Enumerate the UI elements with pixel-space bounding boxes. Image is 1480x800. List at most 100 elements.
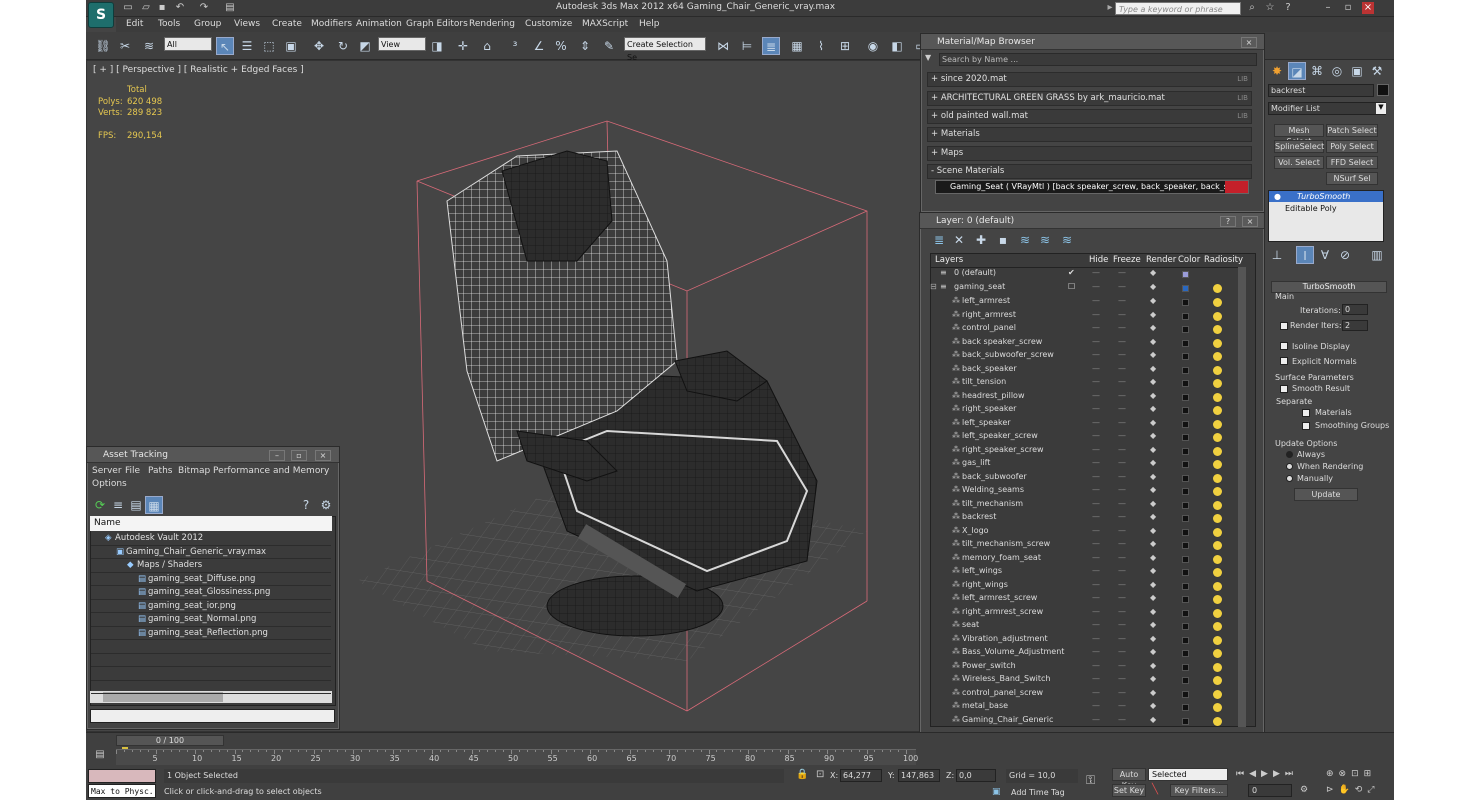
ffd-select-button[interactable]: FFD Select xyxy=(1326,156,1378,169)
freeze-toggle[interactable]: — xyxy=(1118,445,1126,454)
smooth-result-checkbox[interactable] xyxy=(1280,385,1288,393)
freeze-toggle[interactable]: — xyxy=(1118,580,1126,589)
schematic-view-icon[interactable]: ⊞ xyxy=(836,37,854,55)
asset-minimize-icon[interactable]: – xyxy=(269,450,285,461)
object-color-swatch[interactable] xyxy=(1182,704,1189,711)
edit-named-selection-icon[interactable]: ✎ xyxy=(600,37,618,55)
utilities-tab-icon[interactable]: ⚒ xyxy=(1368,62,1386,80)
hide-toggle[interactable]: — xyxy=(1092,350,1100,359)
radiosity-icon[interactable] xyxy=(1213,649,1222,658)
object-color-swatch[interactable] xyxy=(1182,677,1189,684)
scale-icon[interactable]: ◩ xyxy=(356,37,374,55)
render-icon[interactable]: ◆ xyxy=(1150,418,1156,427)
asset-row[interactable]: ▤ gaming_seat_Normal.png xyxy=(91,613,331,627)
object-color-swatch[interactable] xyxy=(1182,501,1189,509)
radiosity-icon[interactable] xyxy=(1213,662,1222,672)
isoline-checkbox[interactable] xyxy=(1280,342,1288,350)
object-color-swatch[interactable] xyxy=(1182,434,1189,441)
asset-menu-file[interactable]: File xyxy=(125,466,140,476)
freeze-toggle[interactable]: — xyxy=(1118,364,1126,373)
hide-toggle[interactable]: — xyxy=(1092,512,1100,521)
pivot-icon[interactable]: ◨ xyxy=(428,37,446,55)
freeze-toggle[interactable]: — xyxy=(1118,715,1126,724)
freeze-toggle[interactable]: — xyxy=(1118,337,1126,346)
bulb-icon[interactable]: ● xyxy=(1274,192,1281,201)
help-icon[interactable]: ? xyxy=(1282,2,1294,14)
radiosity-icon[interactable] xyxy=(1213,608,1222,618)
freeze-toggle[interactable]: — xyxy=(1118,593,1126,602)
key-icon[interactable]: ⚿ xyxy=(1086,773,1095,788)
col-color[interactable]: Color xyxy=(1178,255,1200,265)
object-color-swatch[interactable] xyxy=(1182,515,1189,522)
menu-edit[interactable]: Edit xyxy=(126,19,143,29)
vol-select-button[interactable]: Vol. Select xyxy=(1274,156,1324,169)
render-icon[interactable]: ◆ xyxy=(1150,634,1156,643)
app-logo[interactable]: S xyxy=(88,2,114,28)
hide-toggle[interactable]: — xyxy=(1092,485,1100,494)
layer-object-row[interactable]: ⁂ metal_base — — ◆ xyxy=(928,701,1235,715)
radiosity-icon[interactable] xyxy=(1213,406,1222,415)
hide-toggle[interactable]: — xyxy=(1092,647,1100,656)
radiosity-icon[interactable] xyxy=(1213,352,1222,361)
render-icon[interactable]: ◆ xyxy=(1150,337,1156,346)
layer-object-row[interactable]: ⁂ left_armrest — — ◆ xyxy=(928,296,1235,310)
layer-scrollbar[interactable] xyxy=(1238,267,1246,727)
asset-row[interactable]: ◆ Maps / Shaders xyxy=(91,559,331,573)
radiosity-icon[interactable] xyxy=(1213,500,1222,510)
refresh-icon[interactable]: ⟳ xyxy=(91,496,109,514)
tree-view-icon[interactable]: ▤ xyxy=(127,496,145,514)
asset-menu-server[interactable]: Server xyxy=(92,466,122,476)
col-hide[interactable]: Hide xyxy=(1089,255,1108,265)
radiosity-icon[interactable] xyxy=(1213,514,1222,523)
layer-row-default[interactable]: ≡ 0 (default) ✔ — — ◆ xyxy=(928,268,1235,282)
layer-color-swatch[interactable] xyxy=(1182,271,1189,278)
bind-spacewarp-icon[interactable]: ≋ xyxy=(140,37,158,55)
radiosity-icon[interactable] xyxy=(1213,311,1222,321)
object-color-swatch[interactable] xyxy=(1182,596,1189,603)
key-filters-button[interactable]: Key Filters... xyxy=(1170,784,1228,797)
layer-color-swatch[interactable] xyxy=(1182,285,1189,292)
hide-toggle[interactable]: — xyxy=(1092,674,1100,683)
radiosity-icon[interactable] xyxy=(1213,338,1222,348)
radiosity-icon[interactable] xyxy=(1213,487,1222,496)
freeze-toggle[interactable]: — xyxy=(1118,539,1126,548)
freeze-all-layers-icon[interactable]: ≋ xyxy=(1058,231,1076,249)
layer-object-row[interactable]: ⁂ left_speaker_screw — — ◆ xyxy=(928,431,1235,445)
search-dropdown-icon[interactable]: ▼ xyxy=(925,53,931,62)
freeze-toggle[interactable]: — xyxy=(1118,391,1126,400)
iterations-spinner[interactable]: 0 xyxy=(1342,304,1368,315)
dropdown-arrow-icon[interactable]: ▼ xyxy=(1376,103,1386,114)
set-key-icon[interactable]: ╲ xyxy=(1152,784,1158,795)
time-slider[interactable]: 0 / 100 xyxy=(116,735,224,746)
snap-toggle-icon[interactable]: ³ xyxy=(506,37,524,55)
menu-rendering[interactable]: Rendering xyxy=(469,19,515,29)
search-input[interactable]: Type a keyword or phrase xyxy=(1115,2,1241,15)
set-key-button[interactable]: Set Key xyxy=(1112,784,1146,797)
object-name-field[interactable]: backrest xyxy=(1268,84,1374,97)
freeze-toggle[interactable]: — xyxy=(1118,553,1126,562)
render-icon[interactable]: ◆ xyxy=(1150,310,1156,319)
radiosity-icon[interactable] xyxy=(1213,568,1222,577)
materials-checkbox[interactable] xyxy=(1302,409,1310,417)
project-icon[interactable]: ▤ xyxy=(224,2,236,14)
angle-snap-icon[interactable]: ∠ xyxy=(530,37,548,55)
playback-controls[interactable]: ⏮◀▶▶⏭ xyxy=(1236,769,1298,779)
render-icon[interactable]: ◆ xyxy=(1150,445,1156,454)
z-field[interactable]: 0,0 xyxy=(956,769,996,782)
maxscript-input[interactable]: Max to Physc. xyxy=(88,784,156,798)
object-color-swatch[interactable] xyxy=(1182,663,1189,671)
layer-close-icon[interactable]: × xyxy=(1242,216,1258,227)
hierarchy-tab-icon[interactable]: ⌘ xyxy=(1308,62,1326,80)
maxscript-listener[interactable] xyxy=(88,769,156,783)
menu-help[interactable]: Help xyxy=(639,19,660,29)
layer-object-row[interactable]: ⁂ right_armrest — — ◆ xyxy=(928,310,1235,324)
new-icon[interactable]: ▭ xyxy=(122,2,134,14)
render-icon[interactable]: ◆ xyxy=(1150,715,1156,724)
align-icon[interactable]: ⊨ xyxy=(738,37,756,55)
hide-toggle[interactable]: — xyxy=(1092,431,1100,440)
select-manipulate-icon[interactable]: ✛ xyxy=(454,37,472,55)
minimize-icon[interactable]: – xyxy=(1322,2,1334,14)
col-render[interactable]: Render xyxy=(1146,255,1176,265)
nav-zoom-icons[interactable]: ⊕⊗⊡⊞ xyxy=(1326,769,1376,779)
current-frame-field[interactable]: 0 xyxy=(1248,784,1292,797)
